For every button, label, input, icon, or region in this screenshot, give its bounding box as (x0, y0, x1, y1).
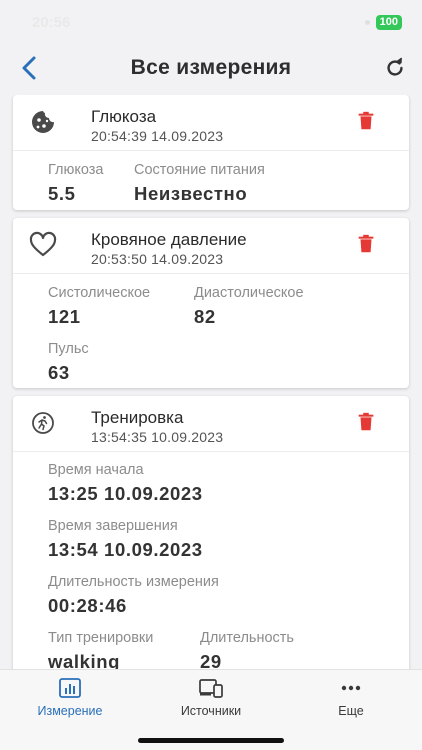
field-label: Длительность измерения (48, 574, 219, 590)
field-nutrition-state: Состояние питания Неизвестно (134, 162, 265, 205)
cookie-icon (32, 111, 54, 133)
running-icon (32, 412, 54, 434)
field-label: Диастолическое (194, 285, 304, 301)
card-title: Кровяное давление (91, 230, 247, 249)
field-label: Пульс (48, 341, 89, 357)
status-dot-icon (364, 19, 370, 25)
card-timestamp: 13:54:35 10.09.2023 (91, 429, 224, 445)
battery-badge: 100 (375, 14, 402, 30)
devices-icon (199, 679, 223, 698)
back-button[interactable] (14, 53, 44, 83)
field-systolic: Систолическое 121 (48, 285, 150, 328)
field-diastolic: Диастолическое 82 (194, 285, 304, 328)
tab-label: Источники (180, 704, 242, 718)
status-time: 20:56 (32, 13, 71, 31)
field-start-time: Время начала 13:25 10.09.2023 (48, 462, 203, 505)
measurement-card-workout[interactable]: Тренировка 13:54:35 10.09.2023 Время нач… (13, 396, 409, 669)
tab-label: Измерение (37, 704, 103, 718)
field-label: Время завершения (48, 518, 178, 534)
delete-icon[interactable] (355, 233, 377, 255)
delete-icon[interactable] (355, 110, 377, 132)
field-value: Неизвестно (134, 183, 248, 204)
field-value: 121 (48, 306, 81, 327)
header: Все измерения (0, 44, 422, 92)
card-header: Тренировка 13:54:35 10.09.2023 (13, 396, 409, 452)
field-label: Тип тренировки (48, 630, 154, 646)
field-label: Состояние питания (134, 162, 265, 178)
field-value: 82 (194, 306, 216, 327)
field-workout-type: Тип тренировки walking (48, 630, 153, 669)
field-value: 13:54 10.09.2023 (48, 539, 203, 560)
status-indicators: 100 (364, 14, 402, 30)
card-timestamp: 20:53:50 14.09.2023 (91, 251, 224, 267)
field-duration: Длительность 29 (200, 630, 294, 669)
field-label: Время начала (48, 462, 144, 478)
refresh-icon (387, 57, 403, 76)
card-header: Кровяное давление 20:53:50 14.09.2023 (13, 218, 409, 274)
field-label: Длительность (200, 630, 294, 646)
tab-sources[interactable]: Источники (156, 678, 266, 718)
chart-icon (59, 678, 81, 698)
card-timestamp: 20:54:39 14.09.2023 (91, 128, 224, 144)
measurement-card-blood-pressure[interactable]: Кровяное давление 20:53:50 14.09.2023 Си… (13, 218, 409, 388)
field-value: 29 (200, 651, 222, 669)
field-value: walking (48, 651, 121, 669)
delete-icon[interactable] (355, 411, 377, 433)
measurement-card-glucose[interactable]: Глюкоза 20:54:39 14.09.2023 Глюкоза 5.5 … (13, 95, 409, 210)
tab-label: Еще (338, 704, 364, 718)
field-end-time: Время завершения 13:54 10.09.2023 (48, 518, 203, 561)
field-label: Глюкоза (48, 162, 104, 178)
field-value: 00:28:46 (48, 595, 127, 616)
heart-icon (29, 231, 57, 257)
more-icon (341, 685, 361, 691)
field-value: 63 (48, 362, 70, 383)
card-title: Глюкоза (91, 107, 157, 126)
tab-measurement[interactable]: Измерение (15, 678, 125, 718)
refresh-button[interactable] (380, 53, 410, 83)
field-measurement-duration: Длительность измерения 00:28:46 (48, 574, 219, 617)
tab-more[interactable]: Еще (296, 678, 406, 718)
field-glucose: Глюкоза 5.5 (48, 162, 104, 205)
home-indicator (138, 738, 284, 743)
card-header: Глюкоза 20:54:39 14.09.2023 (13, 95, 409, 151)
card-title: Тренировка (91, 408, 184, 427)
page-title: Все измерения (130, 56, 292, 79)
status-bar: 20:56 100 (0, 0, 422, 44)
field-value: 13:25 10.09.2023 (48, 483, 203, 504)
field-label: Систолическое (48, 285, 151, 301)
field-pulse: Пульс 63 (48, 341, 89, 384)
measurements-list[interactable]: Глюкоза 20:54:39 14.09.2023 Глюкоза 5.5 … (0, 95, 422, 669)
field-value: 5.5 (48, 183, 76, 204)
chevron-left-icon (22, 56, 36, 80)
